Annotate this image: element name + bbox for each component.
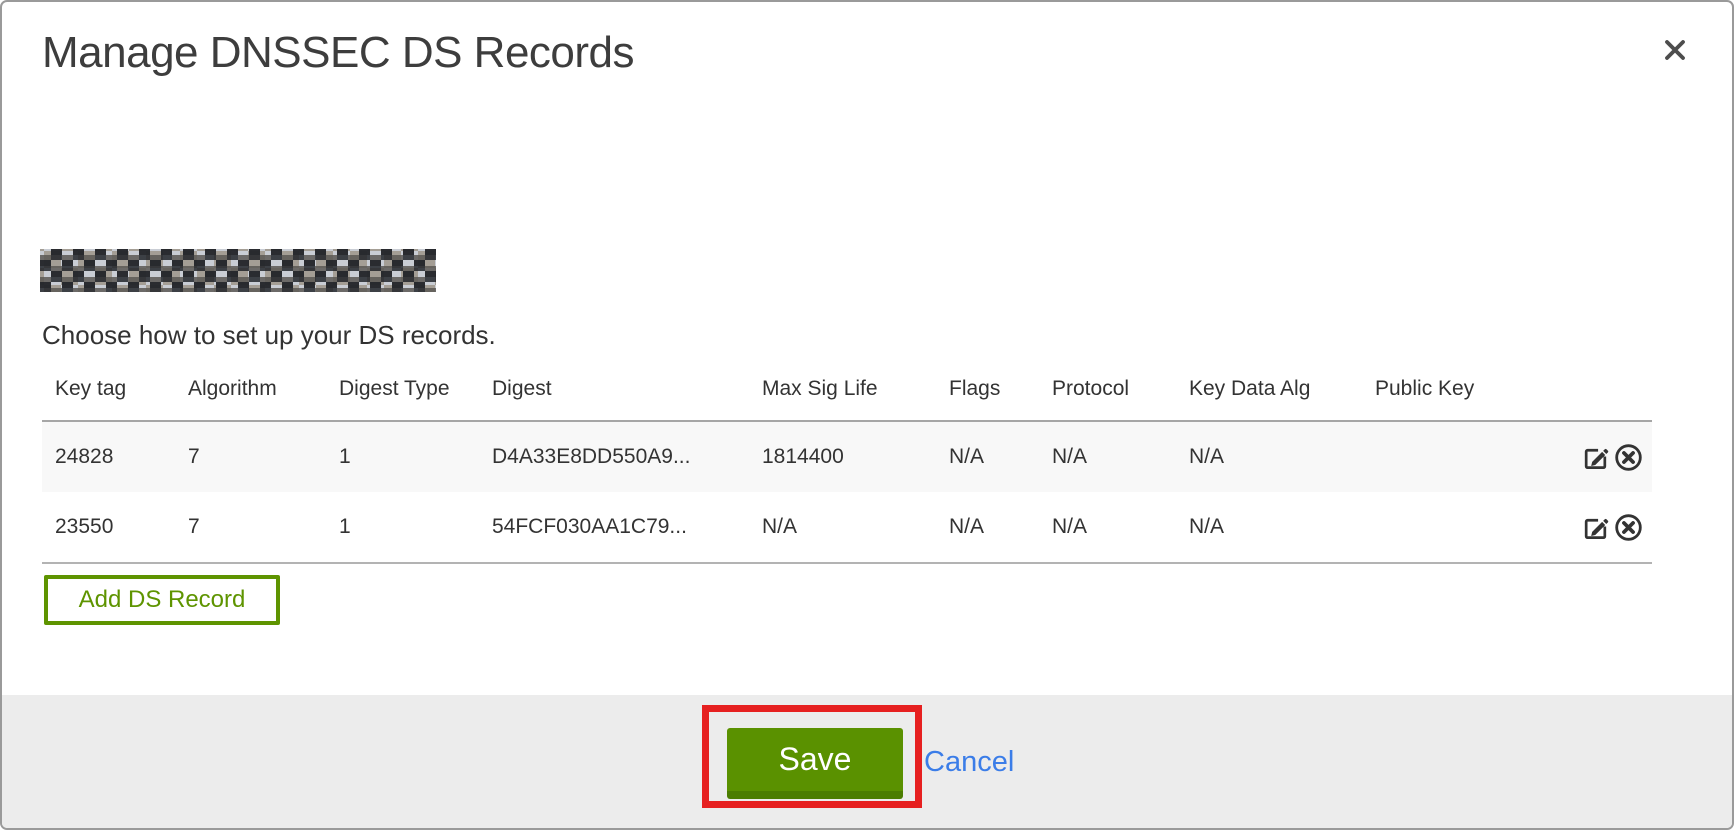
column-header-digest: Digest [492, 377, 762, 401]
save-button[interactable]: Save [727, 728, 903, 799]
dialog-title: Manage DNSSEC DS Records [42, 28, 634, 78]
cell-key-data-alg: N/A [1189, 445, 1375, 469]
delete-record-button[interactable] [1612, 511, 1644, 543]
cell-digest: 54FCF030AA1C79... [492, 515, 762, 539]
cell-digest-type: 1 [339, 445, 492, 469]
close-icon [1663, 38, 1687, 62]
cell-key-data-alg: N/A [1189, 515, 1375, 539]
edit-icon [1581, 443, 1610, 472]
cell-algorithm: 7 [188, 515, 339, 539]
cancel-link[interactable]: Cancel [924, 746, 1014, 779]
table-row: 24828 7 1 D4A33E8DD550A9... 1814400 N/A … [42, 422, 1652, 492]
column-header-key-tag: Key tag [55, 377, 188, 401]
circle-x-delete-icon [1614, 443, 1643, 472]
column-header-algorithm: Algorithm [188, 377, 339, 401]
table-header-row: Key tag Algorithm Digest Type Digest Max… [42, 372, 1652, 406]
cell-max-sig-life: 1814400 [762, 445, 949, 469]
cell-key-tag: 23550 [55, 515, 188, 539]
table-body: 24828 7 1 D4A33E8DD550A9... 1814400 N/A … [42, 420, 1652, 564]
cell-algorithm: 7 [188, 445, 339, 469]
column-header-public-key: Public Key [1375, 377, 1545, 401]
circle-x-delete-icon [1614, 513, 1643, 542]
delete-record-button[interactable] [1612, 441, 1644, 473]
column-header-key-data-alg: Key Data Alg [1189, 377, 1375, 401]
instruction-text: Choose how to set up your DS records. [42, 320, 496, 351]
column-header-max-sig-life: Max Sig Life [762, 377, 949, 401]
ds-records-table: Key tag Algorithm Digest Type Digest Max… [42, 372, 1652, 564]
column-header-protocol: Protocol [1052, 377, 1189, 401]
column-header-flags: Flags [949, 377, 1052, 401]
cell-protocol: N/A [1052, 515, 1189, 539]
cell-digest: D4A33E8DD550A9... [492, 445, 762, 469]
cell-max-sig-life: N/A [762, 515, 949, 539]
domain-name-redacted [40, 249, 436, 292]
cell-protocol: N/A [1052, 445, 1189, 469]
manage-dnssec-ds-records-dialog: Manage DNSSEC DS Records Choose how to s… [0, 0, 1734, 830]
cell-flags: N/A [949, 515, 1052, 539]
cell-actions [1545, 511, 1652, 543]
edit-record-button[interactable] [1579, 441, 1611, 473]
cell-flags: N/A [949, 445, 1052, 469]
table-row: 23550 7 1 54FCF030AA1C79... N/A N/A N/A … [42, 492, 1652, 562]
edit-record-button[interactable] [1579, 511, 1611, 543]
close-button[interactable] [1660, 35, 1690, 65]
cell-digest-type: 1 [339, 515, 492, 539]
cell-actions [1545, 441, 1652, 473]
cell-key-tag: 24828 [55, 445, 188, 469]
add-ds-record-button[interactable]: Add DS Record [44, 575, 280, 625]
dialog-footer: Save Cancel [2, 695, 1732, 828]
column-header-digest-type: Digest Type [339, 377, 492, 401]
edit-icon [1581, 513, 1610, 542]
